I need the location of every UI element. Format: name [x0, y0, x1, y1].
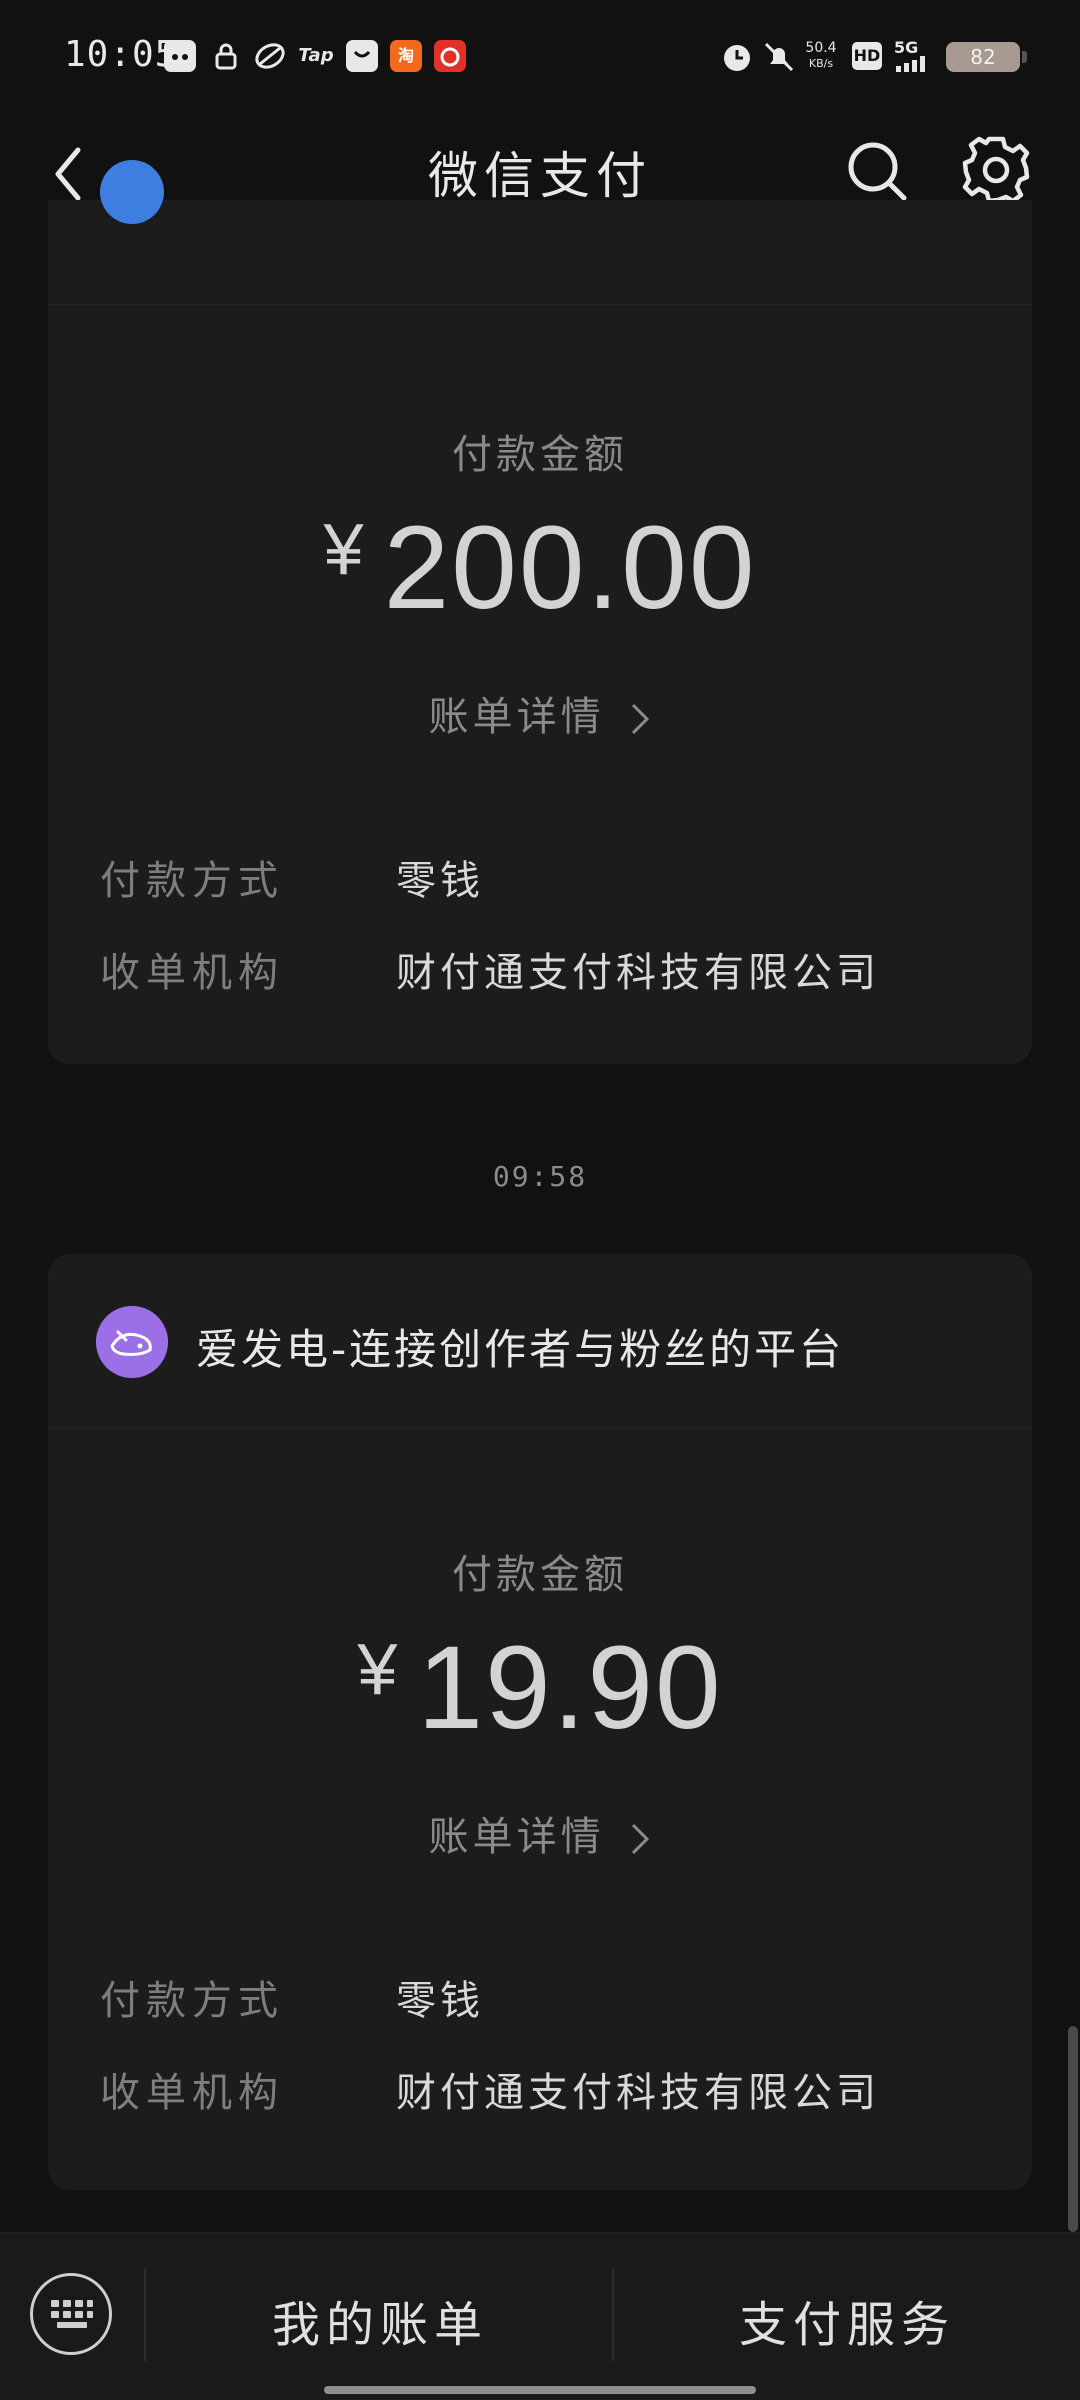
- bill-detail-link[interactable]: 账单详情: [48, 684, 1032, 742]
- my-bills-tab[interactable]: 我的账单: [148, 2285, 612, 2355]
- status-time: 10:05: [64, 34, 178, 75]
- hd-badge: HD: [852, 42, 882, 70]
- taobao-app-icon: 淘: [390, 40, 422, 72]
- leaf-app-icon: [254, 40, 286, 72]
- payment-services-tab[interactable]: 支付服务: [614, 2285, 1080, 2355]
- gear-icon: [962, 136, 1030, 204]
- amount-label: 付款金额: [452, 432, 628, 478]
- merchant-row[interactable]: [48, 160, 1032, 305]
- transaction-card[interactable]: 爱发电-连接创作者与粉丝的平台 付款金额 ¥19.90 账单详情 付款方式 零钱…: [48, 1254, 1032, 2190]
- payment-amount: ¥200.00: [323, 502, 757, 634]
- divider: [144, 2269, 146, 2361]
- amount-label: 付款金额: [452, 1552, 628, 1598]
- merchant-avatar: [96, 1306, 168, 1378]
- scrollbar[interactable]: [1068, 2026, 1078, 2232]
- message-timestamp: 09:58: [492, 1160, 588, 1193]
- transaction-card[interactable]: 付款金额 ¥200.00 账单详情 付款方式 零钱 收单机构 财付通支付科技有限…: [48, 160, 1032, 1064]
- merchant-row[interactable]: 爱发电-连接创作者与粉丝的平台: [48, 1254, 1032, 1429]
- wechat-pay-screen: 10:05 Tap 淘 50.4 KB/s HD 5G 82 微信支付 付款金额…: [0, 0, 1080, 2400]
- cat-app-icon: [164, 40, 196, 72]
- bottom-menu-bar: 我的账单 支付服务: [0, 2232, 1080, 2400]
- ifdian-logo-icon: [96, 1306, 168, 1378]
- battery-indicator: 82: [946, 42, 1027, 72]
- network-speed: 50.4 KB/s: [805, 40, 837, 70]
- merchant-avatar: [100, 160, 164, 224]
- mute-bell-icon: [762, 40, 796, 72]
- chevron-right-icon: [632, 703, 650, 735]
- keyboard-icon: [51, 2300, 93, 2328]
- status-bar: 10:05 Tap 淘 50.4 KB/s HD 5G 82: [0, 0, 1080, 110]
- payment-amount: ¥19.90: [357, 1622, 723, 1754]
- merchant-name: 爱发电-连接创作者与粉丝的平台: [196, 1325, 845, 1374]
- mail-app-icon: [346, 40, 378, 72]
- keyboard-toggle-button[interactable]: [30, 2273, 112, 2355]
- bill-detail-link[interactable]: 账单详情: [48, 1804, 1032, 1862]
- search-button[interactable]: [842, 136, 912, 206]
- search-icon: [848, 142, 907, 201]
- netease-music-icon: [434, 40, 466, 72]
- home-indicator[interactable]: [324, 2386, 756, 2394]
- lock-icon: [210, 40, 242, 72]
- signal-icon: 5G: [894, 40, 934, 72]
- settings-button[interactable]: [960, 134, 1032, 206]
- tap-app-icon: Tap: [298, 45, 334, 66]
- alarm-icon: [720, 40, 754, 72]
- chevron-right-icon: [632, 1823, 650, 1855]
